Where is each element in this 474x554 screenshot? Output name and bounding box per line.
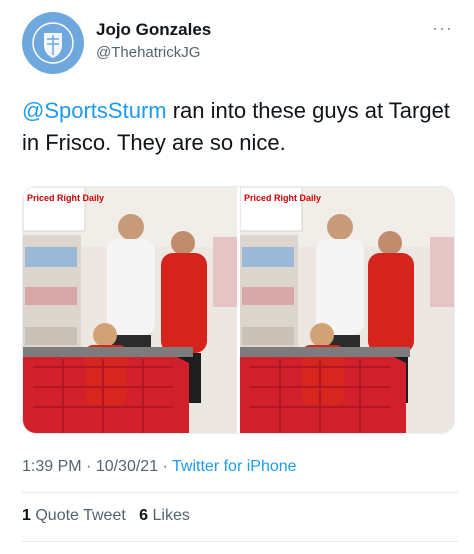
avatar[interactable] — [22, 12, 84, 74]
tweet-media[interactable]: Priced Right Daily Priced Right Daily — [22, 186, 455, 434]
like-count: 6 — [139, 507, 149, 524]
author-name[interactable]: Jojo Gonzales — [96, 20, 211, 40]
quote-label: Quote Tweet — [35, 507, 126, 524]
quote-count: 1 — [22, 507, 31, 524]
quote-tweets-stat[interactable]: 1 Quote Tweet — [22, 507, 126, 524]
photo-left[interactable]: Priced Right Daily — [23, 187, 237, 433]
divider — [22, 492, 458, 493]
author-handle[interactable]: @ThehatrickJG — [96, 44, 200, 61]
tweet-text: @SportsSturm ran into these guys at Targ… — [22, 95, 458, 159]
tweet-source[interactable]: Twitter for iPhone — [172, 458, 297, 475]
photo-right[interactable]: Priced Right Daily — [240, 187, 454, 433]
store-sign-text: Priced Right Daily — [27, 193, 104, 203]
tweet-stats: 1 Quote Tweet 6 Likes — [22, 507, 190, 525]
more-options-icon[interactable]: ··· — [432, 18, 453, 39]
separator: · — [81, 458, 96, 475]
like-label: Likes — [152, 507, 190, 524]
mention-link[interactable]: @SportsSturm — [22, 98, 167, 123]
tweet-meta: 1:39 PM · 10/30/21 · Twitter for iPhone — [22, 458, 297, 476]
divider — [22, 541, 458, 542]
store-sign-text: Priced Right Daily — [244, 193, 321, 203]
tweet-time[interactable]: 1:39 PM — [22, 458, 82, 475]
separator: · — [158, 458, 173, 475]
tweet-date[interactable]: 10/30/21 — [96, 458, 158, 475]
likes-stat[interactable]: 6 Likes — [139, 507, 190, 524]
club-crest-icon — [32, 22, 74, 64]
